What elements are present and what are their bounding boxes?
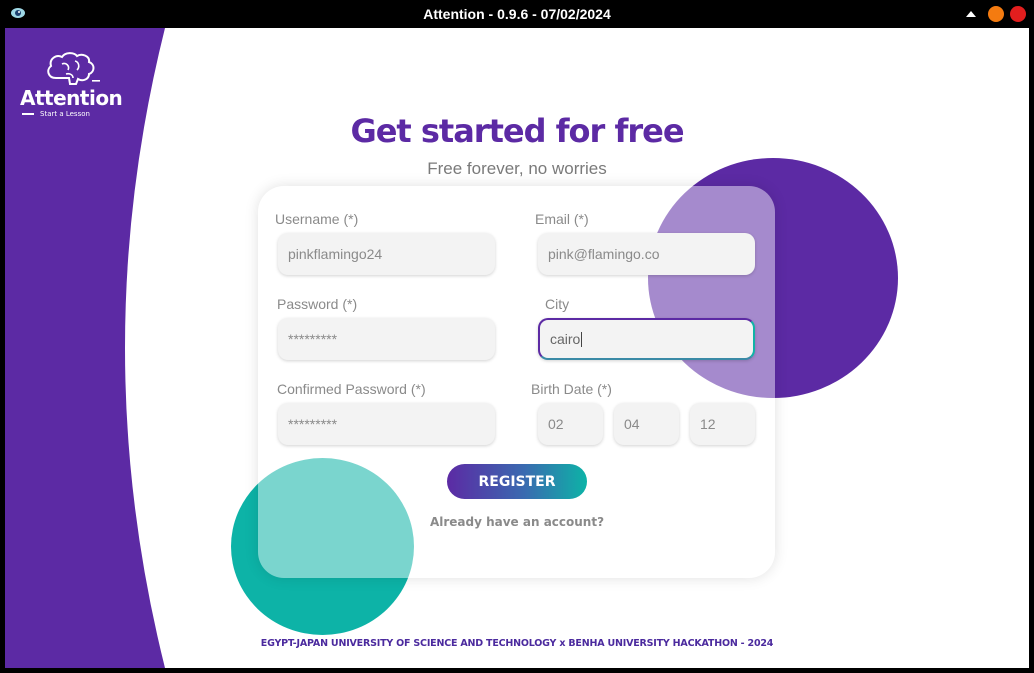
title-bar: Attention - 0.9.6 - 07/02/2024 <box>0 0 1034 28</box>
window-controls <box>966 6 1026 22</box>
page-title: Get started for free <box>350 112 684 150</box>
password-label: Password (*) <box>277 296 358 312</box>
city-label: City <box>545 296 570 312</box>
birth-day-field[interactable]: 02 <box>538 403 603 445</box>
confirm-password-field[interactable]: ********* <box>278 403 495 445</box>
page-subtitle: Free forever, no worries <box>427 159 607 178</box>
email-field[interactable]: pink@flamingo.co <box>538 233 755 275</box>
city-value: cairo <box>550 331 581 347</box>
close-button[interactable] <box>1010 6 1026 22</box>
footer-text: EGYPT-JAPAN UNIVERSITY OF SCIENCE AND TE… <box>260 638 774 649</box>
minimize-caret-icon[interactable] <box>966 11 976 17</box>
birth-month-field[interactable]: 04 <box>614 403 679 445</box>
app-window: Attention Start a Lesson Get started for… <box>5 28 1029 668</box>
city-field[interactable]: cairo <box>538 318 755 360</box>
confirm-password-label: Confirmed Password (*) <box>277 381 426 397</box>
register-button[interactable]: REGISTER <box>447 464 587 499</box>
username-label: Username (*) <box>275 211 359 227</box>
window-title: Attention - 0.9.6 - 07/02/2024 <box>423 6 611 22</box>
maximize-button[interactable] <box>988 6 1004 22</box>
password-field[interactable]: ********* <box>278 318 495 360</box>
logo-name: Attention <box>20 86 123 110</box>
birth-year-field[interactable]: 12 <box>690 403 755 445</box>
login-link[interactable]: Already have an account? <box>5 515 1029 529</box>
birth-date-label: Birth Date (*) <box>531 381 612 397</box>
text-cursor <box>581 331 583 347</box>
username-field[interactable]: pinkflamingo24 <box>278 233 495 275</box>
brain-icon <box>47 52 100 85</box>
email-label: Email (*) <box>535 211 589 227</box>
